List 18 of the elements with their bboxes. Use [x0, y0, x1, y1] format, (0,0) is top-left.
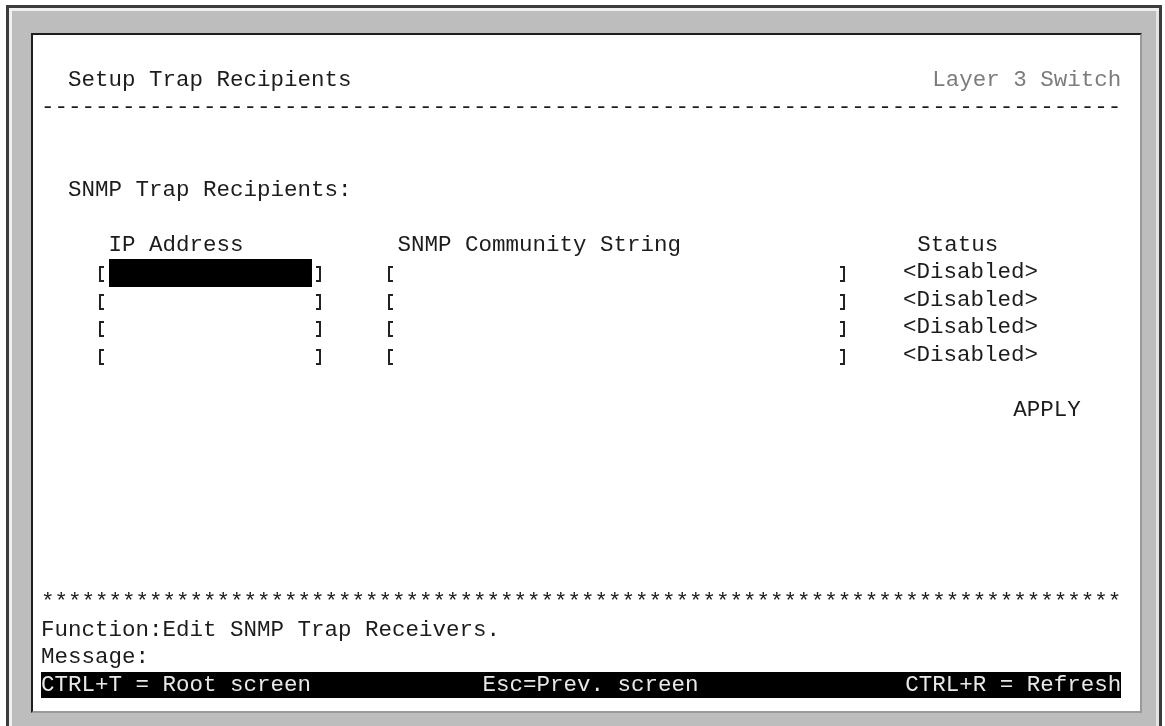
message-label: Message: [41, 644, 150, 672]
status-toggle[interactable]: <Disabled> [903, 286, 1039, 315]
shortcut-hint: CTRL+T = Root screen [41, 671, 312, 698]
asterisk-divider: ******************************************************************************** [41, 589, 1122, 617]
dashed-divider: -------------------------------------------------------------------------------- [41, 94, 1122, 122]
screen-title: Setup Trap Recipients [68, 66, 352, 95]
status-toggle[interactable]: <Disabled> [903, 341, 1039, 370]
function-text: Function:Edit SNMP Trap Receivers. [41, 616, 501, 645]
column-header: SNMP Community String [397, 231, 681, 260]
shortcut-hint: Esc=Prev. screen [482, 671, 699, 698]
section-heading: SNMP Trap Recipients: [68, 176, 352, 205]
column-header: Status [917, 231, 999, 260]
apply-button[interactable]: APPLY [1013, 396, 1081, 425]
status-toggle[interactable]: <Disabled> [903, 314, 1039, 342]
column-header: IP Address [108, 231, 244, 260]
device-name: Layer 3 Switch [932, 66, 1122, 95]
status-toggle[interactable]: <Disabled> [903, 259, 1039, 287]
shortcut-hint: CTRL+R = Refresh [905, 671, 1122, 698]
